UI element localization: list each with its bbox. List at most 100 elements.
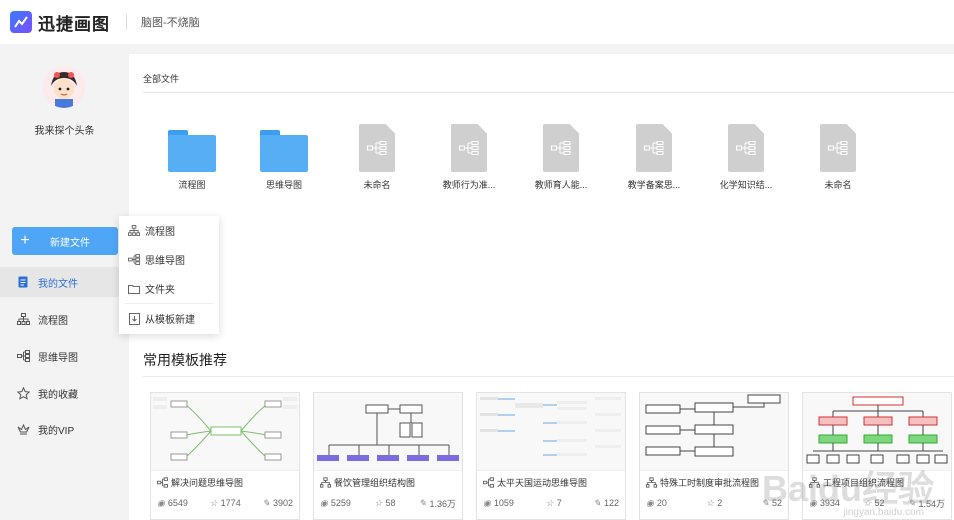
template-preview [640,393,788,471]
template-title: 工程项目组织流程图 [823,477,905,488]
template-title: 餐饮管理组织结构图 [334,477,416,488]
username: 我来探个头条 [34,126,95,137]
edit-icon: ✎ [761,497,769,508]
template-card[interactable]: 特殊工时制度审批流程图 ◉ 20 ☆ 2 ✎ 52 [639,392,789,520]
new-file-menu: 流程图 思维导图 文件夹 从模板新建 [119,216,219,334]
file-name: 教学备案思... [627,180,681,190]
use-count: 3902 [272,498,293,508]
file-name: 未命名 [363,180,391,190]
file-item[interactable]: 教师育人能... [516,124,606,191]
mindmap-doc-icon [359,124,395,172]
view-count: 1059 [493,498,514,508]
new-file-label: 新建文件 [50,237,90,249]
sidebar-item-label: 我的VIP [38,425,75,437]
top-header: 迅捷画图 脑图-不烧脑 [0,0,954,44]
app-name: 迅捷画图 [38,14,110,34]
star-icon [16,386,30,400]
star-count: 1774 [220,498,241,508]
file-item[interactable]: 教师行为准... [424,124,514,191]
eye-icon: ◉ [809,497,817,508]
file-item[interactable]: 流程图 [147,124,237,191]
template-stats: ◉ 1059 ☆ 7 ✎ 122 [477,493,625,513]
star-icon: ☆ [374,497,383,508]
watermark-url: jingyan.baidu.com [843,507,924,518]
breadcrumb-divider [143,92,954,93]
template-title-row: 解决问题思维导图 [151,471,299,493]
mindmap-icon [16,349,30,363]
avatar[interactable] [43,66,85,108]
folder-icon [168,130,216,172]
flowchart-icon [16,312,30,326]
star-count: 7 [556,498,562,508]
file-item[interactable]: 化学知识结... [701,124,791,191]
sidebar-item-flowchart[interactable]: 流程图 [0,304,129,334]
main-content: 全部文件 流程图 思维导图 未命名 教师行为准... 教师育人能... 教学备案… [129,54,954,520]
star-icon: ☆ [545,497,554,508]
template-title-row: 餐饮管理组织结构图 [314,471,462,493]
template-title-row: 工程项目组织流程图 [803,471,951,493]
crown-icon [16,422,30,436]
file-item[interactable]: 思维导图 [239,124,329,191]
eye-icon: ◉ [320,497,328,508]
menu-item-folder[interactable]: 文件夹 [119,274,219,303]
mindmap-icon [128,254,140,266]
template-title: 解决问题思维导图 [171,477,244,488]
template-preview [803,393,951,471]
template-card[interactable]: 工程项目组织流程图 ◉ 3934 ☆ 52 ✎ 1.54万 [802,392,952,520]
app-logo[interactable]: 迅捷画图 [10,10,110,35]
sidebar-item-label: 思维导图 [38,352,78,364]
menu-item-label: 从模板新建 [145,315,195,326]
template-stats: ◉ 5259 ☆ 58 ✎ 1.36万 [314,493,462,513]
template-card[interactable]: 餐饮管理组织结构图 ◉ 5259 ☆ 58 ✎ 1.36万 [313,392,463,520]
menu-item-mindmap[interactable]: 思维导图 [119,245,219,274]
sidebar-item-mindmap[interactable]: 思维导图 [0,341,129,371]
flowchart-icon [809,476,820,488]
plus-icon: + [20,232,30,249]
file-item[interactable]: 未命名 [793,124,883,191]
view-count: 3934 [819,498,840,508]
view-count: 6549 [167,498,188,508]
template-title-row: 太平天国运动思维导图 [477,471,625,493]
menu-item-flowchart[interactable]: 流程图 [119,216,219,245]
template-stats: ◉ 20 ☆ 2 ✎ 52 [640,493,788,513]
mindmap-doc-icon [543,124,579,172]
star-count: 2 [717,498,723,508]
sidebar-item-label: 我的文件 [38,278,78,290]
file-icon [16,275,30,289]
eye-icon: ◉ [483,497,491,508]
edit-icon: ✎ [593,497,601,508]
templates-divider [143,376,954,377]
star-icon: ☆ [706,497,715,508]
breadcrumb[interactable]: 全部文件 [143,72,179,85]
star-count: 58 [385,498,396,508]
folder-icon [260,130,308,172]
sidebar-item-vip[interactable]: 我的VIP [0,414,129,444]
sidebar-item-label: 流程图 [38,315,68,327]
file-name: 未命名 [824,180,852,190]
template-card[interactable]: 解决问题思维导图 ◉ 6549 ☆ 1774 ✎ 3902 [150,392,300,520]
logo-icon [10,11,32,33]
flowchart-icon [320,476,331,488]
file-name: 化学知识结... [719,180,773,190]
sidebar-item-my-files[interactable]: 我的文件 [0,267,129,297]
document-name[interactable]: 脑图-不烧脑 [141,14,200,30]
mindmap-doc-icon [451,124,487,172]
edit-icon: ✎ [418,497,427,508]
file-item[interactable]: 教学备案思... [609,124,699,191]
menu-item-label: 文件夹 [145,285,175,296]
template-icon [128,312,140,325]
flowchart-icon [128,225,140,237]
view-count: 20 [656,498,667,508]
sidebar: 我来探个头条 + 新建文件 我的文件 流程图 思维导图 我的收藏 我的VIP [0,54,129,520]
menu-item-from-template[interactable]: 从模板新建 [119,304,219,333]
menu-item-label: 流程图 [145,227,175,238]
eye-icon: ◉ [157,497,165,508]
template-title-row: 特殊工时制度审批流程图 [640,471,788,493]
new-file-button[interactable]: + 新建文件 [12,227,118,255]
file-item[interactable]: 未命名 [332,124,422,191]
sidebar-item-favorites[interactable]: 我的收藏 [0,378,129,408]
edit-icon: ✎ [262,497,270,508]
header-divider [126,14,127,30]
sidebar-item-label: 我的收藏 [38,389,78,401]
template-card[interactable]: 太平天国运动思维导图 ◉ 1059 ☆ 7 ✎ 122 [476,392,626,520]
